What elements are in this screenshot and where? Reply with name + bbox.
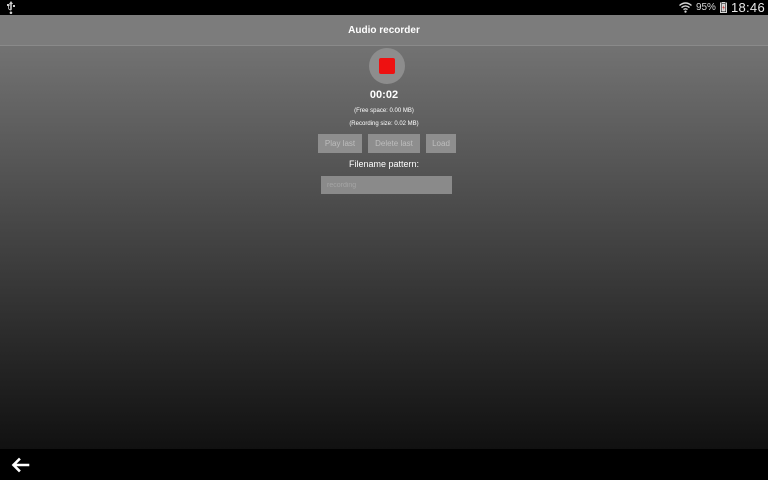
- back-arrow-icon[interactable]: [10, 457, 30, 473]
- navigation-bar: [0, 449, 768, 480]
- action-buttons: Play last Delete last Load: [0, 134, 768, 153]
- delete-last-button[interactable]: Delete last: [368, 134, 420, 153]
- play-last-button[interactable]: Play last: [318, 134, 362, 153]
- app-content: Audio recorder 00:02 (Free space: 0.00 M…: [0, 15, 768, 449]
- filename-pattern-label: Filename pattern:: [348, 159, 420, 169]
- status-right: 95% 18:46: [678, 0, 765, 15]
- free-space-text: (Free space: 0.00 MB): [354, 108, 414, 114]
- load-button[interactable]: Load: [426, 134, 456, 153]
- app-title: Audio recorder: [348, 24, 420, 36]
- clock: 18:46: [730, 0, 765, 15]
- recording-size-text: (Recording size: 0.02 MB): [349, 121, 419, 127]
- wifi-icon: [678, 2, 692, 13]
- filename-pattern-input[interactable]: [321, 176, 452, 194]
- recording-timer: 00:02: [369, 89, 399, 101]
- stop-icon: [379, 58, 395, 74]
- action-bar: Audio recorder: [0, 15, 768, 46]
- record-stop-button[interactable]: [369, 48, 405, 84]
- battery-percent: 95%: [695, 2, 716, 13]
- screen: 95% 18:46 Audio recorder 00:02 (Free spa…: [0, 0, 768, 480]
- status-bar: 95% 18:46: [0, 0, 768, 15]
- battery-icon: [719, 2, 727, 13]
- usb-icon: [7, 1, 15, 14]
